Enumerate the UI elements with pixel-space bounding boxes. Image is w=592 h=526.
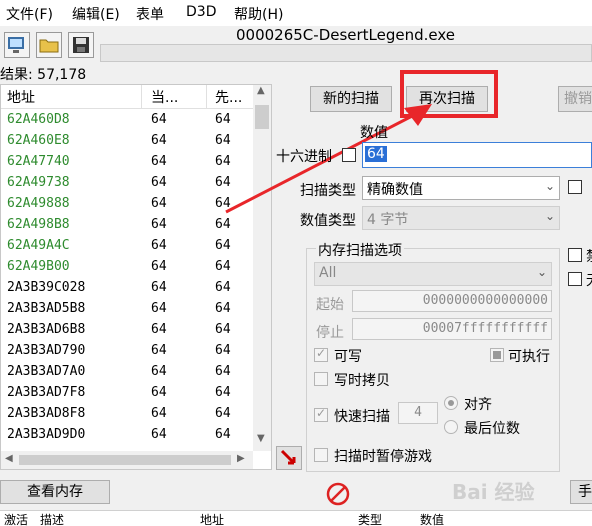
cow-label: 写时拷贝: [334, 373, 390, 389]
value-input[interactable]: 64: [362, 142, 592, 168]
col-description[interactable]: 描述: [40, 511, 64, 526]
address-table-header: 激活 描述 地址 类型 数值: [0, 510, 592, 526]
stop-icon[interactable]: [326, 482, 350, 506]
right-checkbox-1[interactable]: [568, 248, 582, 262]
value-type-label: 数值类型: [300, 213, 356, 229]
last-digits-radio[interactable]: [444, 420, 458, 434]
watermark: Bai 经验: [452, 480, 535, 504]
align-radio[interactable]: [444, 396, 458, 410]
right-option-checkbox[interactable]: [568, 180, 582, 194]
scan-type-select[interactable]: 精确数值 ⌄: [362, 176, 560, 200]
pause-label: 扫描时暂停游戏: [334, 449, 432, 465]
right-checkbox-1-label: 禁: [586, 246, 592, 266]
value-label: 数值: [360, 125, 388, 141]
chevron-down-icon: ⌄: [536, 265, 547, 279]
writable-label: 可写: [334, 349, 362, 365]
col-table-value[interactable]: 数值: [420, 511, 444, 526]
chevron-down-icon: ⌄: [544, 209, 555, 223]
value-type-select[interactable]: 4 字节 ⌄: [362, 206, 560, 230]
col-type[interactable]: 类型: [358, 511, 382, 526]
executable-label: 可执行: [508, 349, 550, 365]
memory-region-select[interactable]: All ⌄: [314, 262, 552, 286]
start-address-field[interactable]: 0000000000000000: [352, 290, 552, 312]
right-checkbox-2[interactable]: [568, 272, 582, 286]
last-digits-label: 最后位数: [464, 421, 520, 437]
fast-scan-label: 快速扫描: [334, 409, 390, 425]
hex-label: 十六进制: [276, 149, 332, 165]
writable-checkbox[interactable]: ✓: [314, 346, 328, 362]
fast-scan-checkbox[interactable]: ✓: [314, 406, 328, 422]
col-table-address[interactable]: 地址: [200, 511, 224, 526]
value-input-text: 64: [365, 146, 387, 162]
pause-checkbox[interactable]: [314, 448, 328, 462]
memory-options-title: 内存扫描选项: [316, 240, 404, 260]
executable-checkbox[interactable]: [490, 348, 504, 362]
align-label: 对齐: [464, 397, 492, 413]
right-checkbox-2-label: 无: [586, 270, 592, 290]
chevron-down-icon: ⌄: [544, 179, 555, 193]
manual-add-button[interactable]: 手: [570, 480, 592, 504]
fast-scan-value[interactable]: 4: [398, 402, 438, 424]
stop-address-field[interactable]: 00007fffffffffff: [352, 318, 552, 340]
cow-checkbox[interactable]: [314, 372, 328, 386]
start-label: 起始: [316, 297, 344, 313]
scan-type-value: 精确数值: [367, 182, 423, 198]
view-memory-button[interactable]: 查看内存: [0, 480, 110, 504]
memory-region-value: All: [319, 265, 337, 281]
stop-label: 停止: [316, 325, 344, 341]
scan-type-label: 扫描类型: [300, 183, 356, 199]
hex-checkbox[interactable]: [342, 148, 356, 162]
value-type-value: 4 字节: [367, 212, 409, 228]
col-active[interactable]: 激活: [4, 511, 28, 526]
